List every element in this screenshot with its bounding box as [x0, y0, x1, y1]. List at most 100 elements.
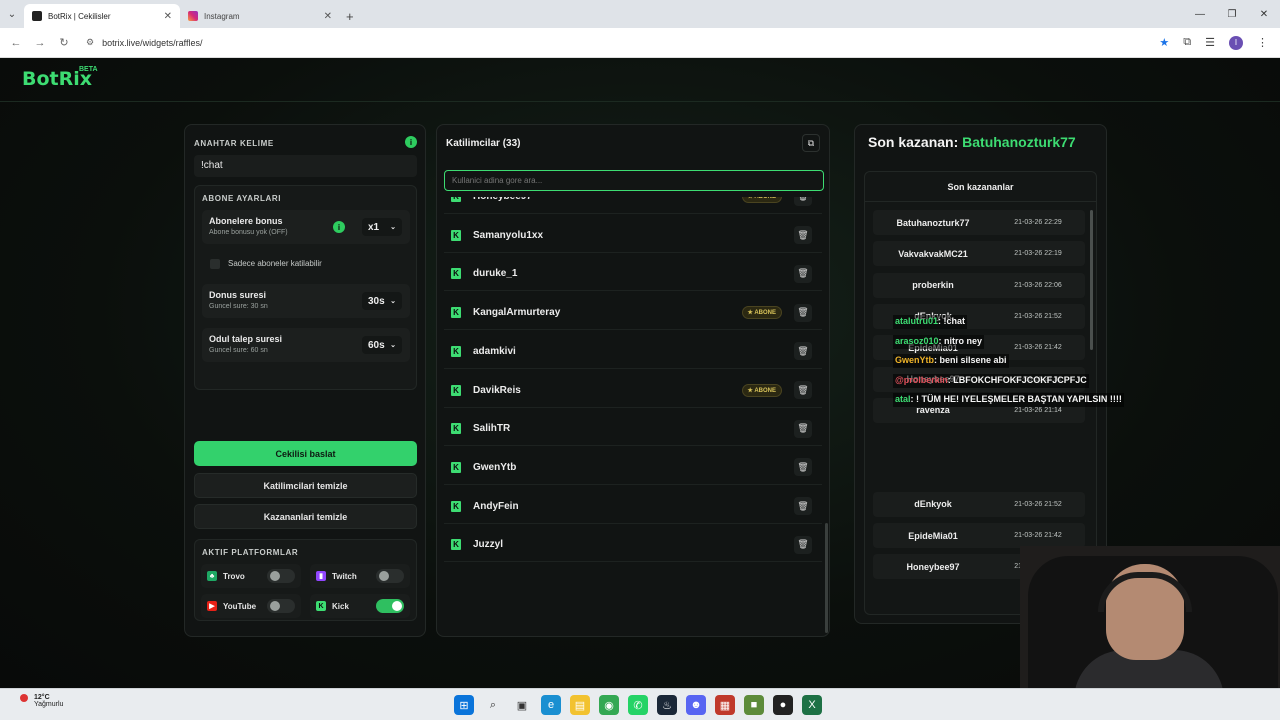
minimize-icon[interactable]: —	[1184, 9, 1216, 20]
trash-icon[interactable]: 🗑	[794, 197, 812, 206]
winner-date: 21-03-26 22:19	[1014, 250, 1062, 258]
claim-select[interactable]: 60s ⌄	[362, 336, 402, 354]
trash-icon[interactable]: 🗑	[794, 264, 812, 283]
platform-name: YouTube	[223, 601, 257, 611]
chevron-down-icon: ⌄	[390, 342, 396, 349]
instagram-favicon-icon	[188, 11, 198, 21]
profile-avatar[interactable]: I	[1229, 35, 1243, 50]
only-subs-row[interactable]: Sadece aboneler katilabilir	[202, 254, 410, 274]
abone-badge: ★ ABONE	[741, 197, 782, 203]
chevron-down-icon: ⌄	[390, 224, 396, 231]
chat-text: : beni silsene abi	[934, 355, 1007, 365]
forward-icon[interactable]: →	[28, 37, 52, 49]
excel-icon[interactable]: X	[802, 695, 822, 715]
clear-winners-button[interactable]: Kazananlari temizle	[194, 504, 417, 529]
keyword-input[interactable]: !chat	[194, 155, 417, 177]
weather-desc: Yağmurlu	[34, 701, 64, 708]
duration-select[interactable]: 30s ⌄	[362, 292, 402, 310]
trovo-toggle[interactable]	[267, 569, 295, 583]
steam-icon[interactable]: ♨	[657, 695, 677, 715]
platform-twitch: ▮ Twitch	[310, 564, 410, 588]
url-field[interactable]: ⚙ botrix.live/widgets/raffles/	[86, 37, 1159, 48]
menu-icon[interactable]: ⋮	[1257, 36, 1268, 49]
winner-name: VakvakvakMC21	[898, 248, 968, 259]
weather-widget[interactable]: 12°C Yağmurlu	[14, 694, 63, 708]
back-icon[interactable]: ←	[4, 37, 28, 49]
kick-toggle[interactable]	[376, 599, 404, 613]
close-window-icon[interactable]: ✕	[1248, 9, 1280, 20]
trash-icon[interactable]: 🗑	[794, 342, 812, 361]
copy-icon[interactable]: ⧉	[802, 134, 820, 152]
youtube-toggle[interactable]	[267, 599, 295, 613]
tab-search-icon[interactable]: ⌄	[0, 0, 24, 28]
botrix-favicon-icon	[32, 11, 42, 21]
winner-name: proberkin	[912, 280, 954, 291]
participant-name: adamkivi	[473, 345, 516, 357]
duration-title: Donus suresi	[209, 290, 267, 300]
chrome-icon[interactable]: ◉	[599, 695, 619, 715]
bookmark-star-icon[interactable]: ★	[1159, 36, 1169, 49]
raffle-settings-panel: ANAHTAR KELIME i !chat ABONE AYARLARI Ab…	[184, 124, 426, 637]
restore-icon[interactable]: ❐	[1216, 9, 1248, 20]
participants-scrollbar[interactable]	[825, 523, 828, 633]
address-bar: ← → ↻ ⚙ botrix.live/widgets/raffles/ ★ ⧉…	[0, 28, 1280, 58]
search-icon[interactable]: ⌕	[483, 695, 503, 715]
chat-message: GwenYtb: beni silsene abi	[893, 354, 1009, 368]
tab-botrix[interactable]: BotRix | Cekilisler ✕	[24, 4, 180, 28]
extensions-icon[interactable]: ⧉	[1183, 36, 1191, 49]
new-tab-button[interactable]: +	[346, 9, 354, 24]
participant-row: K DavikReis ★ ABONE 🗑	[444, 374, 822, 408]
whatsapp-icon[interactable]: ✆	[628, 695, 648, 715]
trovo-icon: ♣	[207, 571, 217, 581]
close-icon[interactable]: ✕	[324, 11, 332, 22]
beta-badge: BETA	[79, 66, 98, 73]
winner-date: 21-03-26 22:06	[1014, 281, 1062, 289]
obs-icon[interactable]: ●	[773, 695, 793, 715]
start-icon[interactable]: ⊞	[454, 695, 474, 715]
participant-row: K KangalArmurteray ★ ABONE 🗑	[444, 296, 822, 331]
info-icon[interactable]: i	[405, 136, 417, 148]
winners-scrollbar[interactable]	[1090, 210, 1093, 350]
task-view-icon[interactable]: ▣	[512, 695, 532, 715]
app-icon[interactable]: ▦	[715, 695, 735, 715]
trash-icon[interactable]: 🗑	[794, 458, 812, 477]
reload-icon[interactable]: ↻	[52, 36, 76, 49]
url-text: botrix.live/widgets/raffles/	[102, 37, 203, 48]
platform-youtube: ▶ YouTube	[201, 594, 301, 618]
participant-name: Samanyolu1xx	[473, 229, 544, 241]
chat-username: atalutru01	[895, 316, 939, 326]
winner-date: 21-03-26 21:42	[1014, 532, 1062, 539]
kick-icon: K	[451, 423, 461, 435]
claim-title: Odul talep suresi	[209, 334, 283, 344]
bonus-select[interactable]: x1 ⌄	[362, 218, 402, 236]
start-raffle-button[interactable]: Cekilisi baslat	[194, 441, 417, 466]
participant-search-input[interactable]	[444, 170, 824, 191]
trash-icon[interactable]: 🗑	[794, 381, 812, 399]
minecraft-icon[interactable]: ■	[744, 695, 764, 715]
file-explorer-icon[interactable]: ▤	[570, 695, 590, 715]
edge-icon[interactable]: e	[541, 695, 561, 715]
platform-kick: K Kick	[310, 594, 410, 618]
trash-icon[interactable]: 🗑	[794, 535, 812, 554]
kick-icon: K	[451, 268, 461, 280]
only-subs-checkbox[interactable]	[210, 259, 220, 269]
twitch-toggle[interactable]	[376, 569, 404, 583]
platform-name: Twitch	[332, 571, 357, 581]
platform-name: Trovo	[223, 571, 245, 581]
site-info-icon[interactable]: ⚙	[86, 37, 94, 48]
close-icon[interactable]: ✕	[164, 11, 172, 22]
winner-row: proberkin 21-03-26 22:06	[873, 272, 1085, 298]
reading-list-icon[interactable]: ☰	[1205, 36, 1215, 49]
tab-instagram[interactable]: Instagram ✕	[180, 4, 340, 28]
trash-icon[interactable]: 🗑	[794, 497, 812, 516]
participant-row: K GwenYtb 🗑	[444, 451, 822, 485]
discord-icon[interactable]: ☻	[686, 695, 706, 715]
abone-badge: ★ ABONE	[741, 306, 782, 320]
clear-participants-button[interactable]: Katilimcilari temizle	[194, 473, 417, 498]
trash-icon[interactable]: 🗑	[794, 303, 812, 322]
bonus-value: x1	[368, 221, 380, 233]
trash-icon[interactable]: 🗑	[794, 226, 812, 245]
windows-taskbar: 12°C Yağmurlu ⊞ ⌕ ▣ e ▤ ◉ ✆ ♨ ☻ ▦ ■ ● X	[0, 688, 1280, 720]
trash-icon[interactable]: 🗑	[794, 419, 812, 438]
info-icon[interactable]: i	[333, 221, 345, 233]
